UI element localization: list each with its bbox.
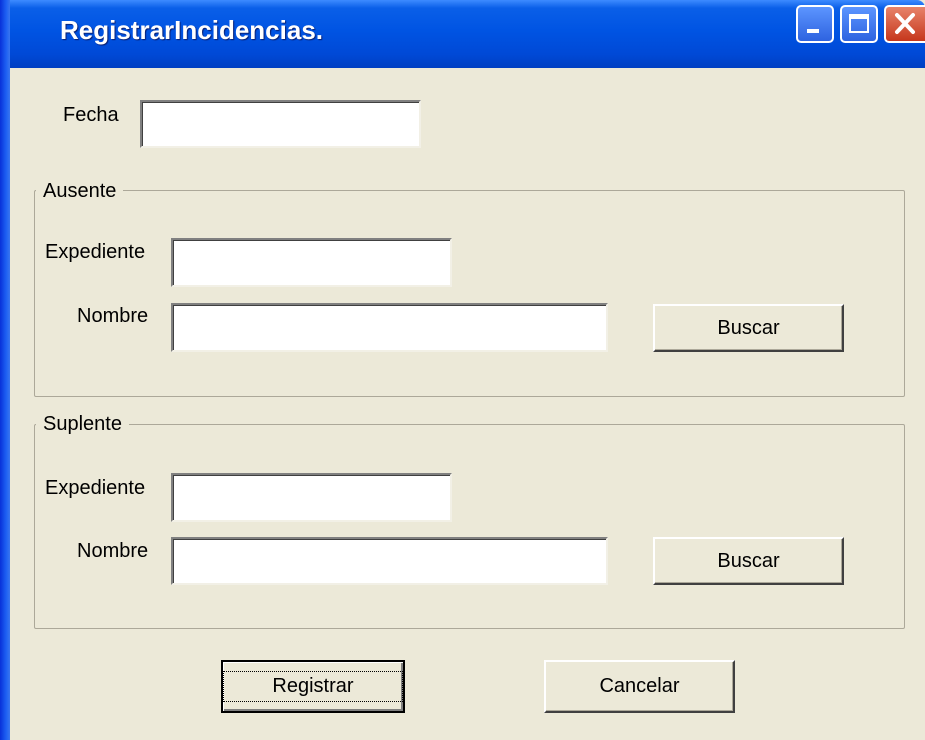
maximize-button[interactable] <box>840 5 878 43</box>
suplente-nombre-label: Nombre <box>77 540 149 562</box>
registrar-label: Registrar <box>223 671 403 702</box>
ausente-buscar-label: Buscar <box>717 316 780 339</box>
ausente-expediente-input[interactable] <box>171 238 452 287</box>
title-bar[interactable]: RegistrarIncidencias. <box>0 0 925 68</box>
window-title: RegistrarIncidencias. <box>60 15 323 45</box>
close-button[interactable] <box>884 5 925 43</box>
suplente-buscar-button[interactable]: Buscar <box>653 537 844 585</box>
window-left-border <box>0 0 10 740</box>
dialog-window: RegistrarIncidencias. Fecha Ausente Expe… <box>0 0 925 740</box>
ausente-expediente-label: Expediente <box>45 241 146 263</box>
suplente-expediente-label: Expediente <box>45 477 146 499</box>
ausente-nombre-label: Nombre <box>77 305 149 327</box>
registrar-button[interactable]: Registrar <box>221 660 405 713</box>
suplente-legend: Suplente <box>36 413 129 436</box>
minimize-button[interactable] <box>796 5 834 43</box>
ausente-buscar-button[interactable]: Buscar <box>653 304 844 352</box>
minimize-icon <box>807 29 819 33</box>
maximize-icon <box>849 14 869 33</box>
ausente-nombre-input[interactable] <box>171 303 608 352</box>
fecha-input[interactable] <box>140 100 421 148</box>
ausente-legend: Ausente <box>36 180 124 203</box>
close-icon <box>895 13 915 34</box>
suplente-group <box>34 424 905 629</box>
cancelar-button[interactable]: Cancelar <box>544 660 735 713</box>
suplente-buscar-label: Buscar <box>717 549 780 572</box>
cancelar-label: Cancelar <box>599 675 680 697</box>
ausente-group <box>34 190 905 397</box>
fecha-label: Fecha <box>63 104 119 126</box>
suplente-expediente-input[interactable] <box>171 473 452 522</box>
suplente-nombre-input[interactable] <box>171 537 608 585</box>
